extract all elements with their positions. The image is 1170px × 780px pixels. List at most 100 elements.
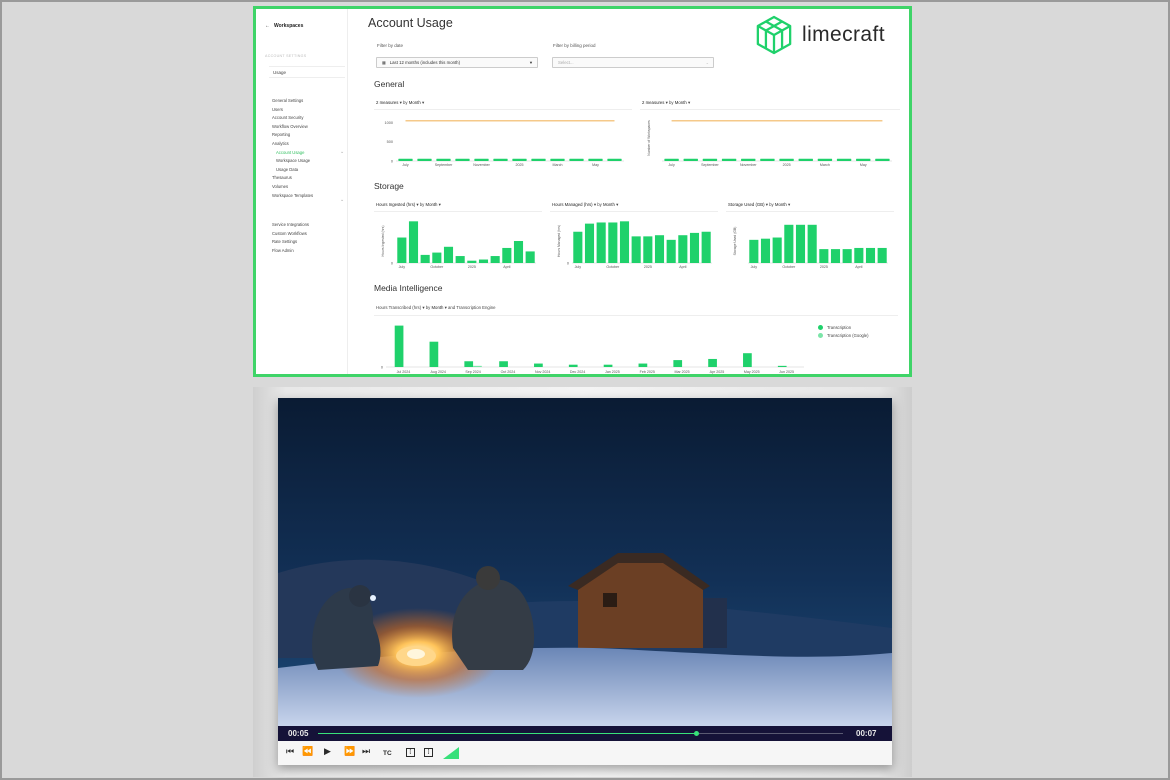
- storage-measure-selector-1[interactable]: Hours Ingested (hrs) ▾ by Month ▾: [376, 202, 441, 208]
- total-time: 00:07: [856, 729, 877, 738]
- main-content: Account Usage limecraft Filter by date ▦…: [360, 9, 909, 374]
- bar: [443, 246, 454, 263]
- sidebar-item[interactable]: Users: [272, 106, 313, 115]
- rewind-icon[interactable]: ⏪: [302, 747, 313, 757]
- x-tick-label: September: [435, 163, 453, 167]
- back-label: Workspaces: [274, 23, 304, 29]
- bar: [784, 224, 794, 263]
- progress-handle[interactable]: [693, 731, 699, 736]
- legend-item-transcription[interactable]: Transcription: [818, 324, 869, 332]
- date-filter-select[interactable]: ▦ Last 12 months (includes this month) ▼: [376, 57, 538, 68]
- divider: [374, 211, 542, 212]
- x-tick-label: October: [782, 265, 796, 269]
- bar: [643, 236, 653, 263]
- skip-to-end-icon[interactable]: ⏭: [362, 747, 370, 757]
- filter-billing-label: Filter by billing period: [553, 43, 596, 48]
- sidebar-item[interactable]: Reporting: [272, 131, 313, 140]
- engine-label: Transcription Engine: [456, 305, 496, 310]
- timecode-toggle-button[interactable]: TC: [383, 749, 392, 759]
- sidebar-item[interactable]: Usage Data: [272, 166, 313, 175]
- sidebar-item[interactable]: Thesaurus: [272, 174, 313, 183]
- by-label: by: [419, 202, 425, 207]
- bar: [654, 235, 665, 263]
- general-measure-selector-2[interactable]: 2 measures ▾ by Month ▾: [642, 100, 690, 106]
- sidebar-item[interactable]: Account Usage: [272, 149, 313, 158]
- bar: [420, 254, 430, 263]
- general-measure-selector-1[interactable]: 2 measures ▾ by Month ▾: [376, 100, 424, 106]
- x-tick-label: 2025: [820, 265, 828, 269]
- bar: [702, 158, 718, 161]
- x-tick-label: Jul 2024: [397, 370, 411, 374]
- bar: [550, 158, 565, 161]
- x-tick-label: May: [860, 163, 867, 167]
- x-tick-label: July: [399, 265, 406, 269]
- sidebar-item-usage[interactable]: Usage: [269, 66, 345, 78]
- bar: [398, 158, 413, 161]
- by-label: by: [769, 202, 774, 207]
- media-measure-selector[interactable]: Hours Transcribed (hrs) ▾ by Month ▾ and…: [376, 305, 496, 311]
- bar: [429, 341, 439, 367]
- caret-down-icon: ▾: [665, 100, 668, 105]
- play-icon[interactable]: ▶: [324, 747, 331, 757]
- unit-label: Month: [425, 202, 438, 207]
- bar: [568, 364, 578, 367]
- volume-slider-icon[interactable]: [443, 747, 459, 759]
- caret-down-icon: ▼: [529, 60, 533, 65]
- bar: [689, 232, 700, 263]
- x-tick-label: 2025: [468, 265, 476, 269]
- divider: [640, 109, 900, 110]
- sidebar-item[interactable]: Account Security: [272, 114, 313, 123]
- sidebar-item[interactable]: Analytics: [272, 140, 313, 149]
- bar: [455, 256, 465, 263]
- caret-down-icon: ▾: [687, 100, 691, 105]
- bar: [817, 158, 833, 161]
- sidebar-item[interactable]: Workspace Usage: [272, 157, 313, 166]
- sidebar-item[interactable]: Rate Settings: [272, 238, 309, 247]
- fast-forward-icon[interactable]: ⏩: [344, 747, 355, 757]
- caret-down-icon: ▾: [593, 202, 596, 207]
- sidebar-item[interactable]: Service Integrations: [272, 221, 309, 230]
- sidebar-item[interactable]: General Settings: [272, 97, 313, 106]
- mark-out-icon[interactable]: ]: [424, 748, 433, 757]
- sidebar-item[interactable]: Custom Workflows: [272, 230, 309, 239]
- measure-label: Hours Ingested (hrs): [376, 202, 416, 207]
- bar: [525, 251, 535, 263]
- sidebar-item[interactable]: Volumes: [272, 183, 313, 192]
- billing-period-select[interactable]: Select... ⌄: [552, 57, 714, 68]
- current-time: 00:05: [288, 729, 309, 738]
- x-tick-label: April: [855, 265, 862, 269]
- playback-progress-bar[interactable]: 00:05 00:07: [278, 726, 892, 741]
- bar: [502, 247, 512, 263]
- bar: [631, 236, 641, 263]
- video-frame[interactable]: [278, 398, 892, 726]
- bar: [588, 158, 603, 161]
- bar: [666, 239, 676, 263]
- caret-down-icon: ▾: [616, 202, 619, 207]
- x-tick-label: July: [668, 163, 675, 167]
- player-controls: ⏮ ⏪ ▶ ⏩ ⏭ TC [ ]: [278, 741, 892, 765]
- storage-measure-selector-2[interactable]: Hours Managed (hrs) ▾ by Month ▾: [552, 202, 618, 208]
- media-chart-legend: Transcription Transcription (Google): [818, 324, 869, 340]
- legend-item-transcription-google[interactable]: Transcription (Google): [818, 332, 869, 340]
- divider: [374, 315, 898, 316]
- sidebar-item[interactable]: Flow Admin: [272, 247, 309, 256]
- mark-in-icon[interactable]: [: [406, 748, 415, 757]
- and-label: and: [448, 305, 456, 310]
- chevron-down-icon[interactable]: ⌄: [340, 197, 344, 203]
- storage-chart-storage-used: Storage Used (GB) July October 2025 April: [733, 224, 888, 269]
- bar: [721, 158, 737, 161]
- skip-to-start-icon[interactable]: ⏮: [286, 747, 294, 757]
- storage-measure-selector-3[interactable]: Storage Used (GB) ▾ by Month ▾: [728, 202, 790, 208]
- caret-down-icon: ▾: [438, 202, 441, 207]
- x-tick-label: October: [606, 265, 620, 269]
- chevron-down-icon[interactable]: ⌄: [340, 149, 344, 155]
- sidebar-item[interactable]: Workflow Overview: [272, 123, 313, 132]
- sidebar-item[interactable]: Workspace Templates: [272, 192, 313, 201]
- measure-label: 2 measures: [376, 100, 399, 105]
- limecraft-logo-icon: [756, 15, 792, 55]
- legend-dot: [818, 325, 823, 330]
- bar: [490, 256, 500, 263]
- bar: [741, 158, 756, 161]
- progress-track[interactable]: [318, 731, 843, 736]
- back-to-workspaces-link[interactable]: ← Workspaces: [265, 23, 303, 29]
